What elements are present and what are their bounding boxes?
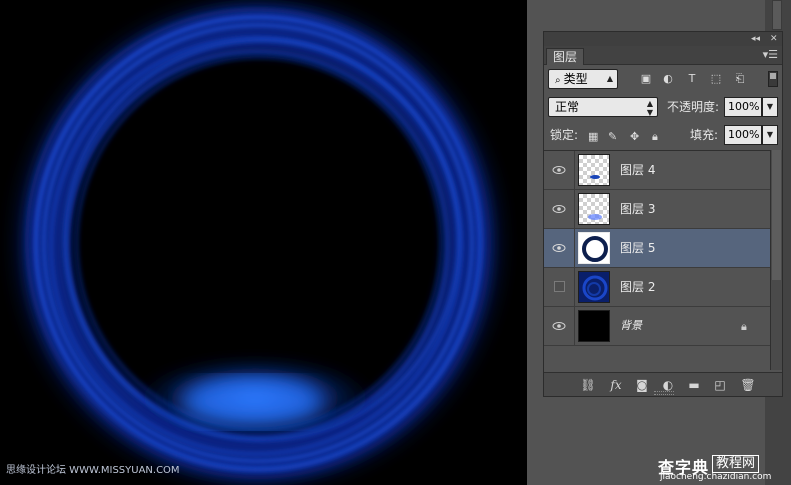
panel-menu-icon[interactable]: ▾☰: [763, 49, 778, 61]
lock-position-icon[interactable]: ✥: [630, 131, 639, 143]
layer-thumbnail: [578, 232, 610, 264]
layer-name[interactable]: 图层 3: [620, 201, 655, 217]
layer-name[interactable]: 图层 4: [620, 162, 655, 178]
photoshop-screen: 思缘设计论坛 WWW.MISSYUAN.COM ◂◂ ✕ 图层 ▾☰ ⌕ 类型 ▲…: [0, 0, 791, 485]
fill-input[interactable]: 100%: [724, 125, 762, 145]
visibility-toggle-off[interactable]: [554, 281, 565, 292]
divider: [574, 229, 575, 268]
tab-layers[interactable]: 图层: [546, 48, 585, 65]
chevron-updown-icon: ▲: [606, 74, 613, 83]
blend-mode-value: 正常: [555, 100, 580, 114]
folder-icon[interactable]: ▬: [686, 378, 702, 392]
layer-row-layer-3[interactable]: 图层 3: [544, 190, 770, 229]
filter-type-value: 类型: [563, 72, 588, 86]
lock-transparent-icon[interactable]: ▦: [588, 131, 598, 143]
layer-name[interactable]: 背景: [620, 318, 642, 334]
lock-label: 锁定:: [550, 128, 579, 142]
mask-icon[interactable]: ◙: [634, 378, 650, 392]
divider: [574, 268, 575, 307]
layer-row-layer-4[interactable]: 图层 4: [544, 151, 770, 190]
fill-slider-button[interactable]: ▼: [762, 125, 778, 145]
type-filter-icon[interactable]: T: [686, 73, 698, 85]
document-canvas[interactable]: 思缘设计论坛 WWW.MISSYUAN.COM: [0, 0, 527, 485]
search-icon: ⌕: [555, 75, 561, 86]
lock-row: 锁定: ▦ ✎ ✥ 🔒︎ 填充: 100% ▼: [544, 121, 782, 149]
blue-ring-artwork: [17, 1, 499, 485]
site-watermark-box: 教程网: [712, 455, 760, 473]
scrollbar-thumb[interactable]: [772, 150, 781, 280]
divider: [574, 307, 575, 346]
link-icon[interactable]: ⛓: [580, 378, 596, 392]
site-watermark-url: jiaocheng.chazidian.com: [660, 472, 772, 482]
toggle-knob: [770, 73, 776, 79]
layer-thumbnail: [578, 271, 610, 303]
blend-mode-dropdown[interactable]: 正常 ▲ ▼: [548, 97, 658, 117]
eye-icon[interactable]: [552, 320, 566, 332]
opacity-slider-button[interactable]: ▼: [762, 97, 778, 117]
layer-row-background[interactable]: 背景 🔒︎: [544, 307, 770, 346]
panel-header: ◂◂ ✕: [544, 32, 782, 46]
pixel-filter-icon[interactable]: ▣: [640, 73, 652, 85]
layers-list: 图层 4 图层 3 图层 5 图层 2 背景 🔒︎: [544, 150, 770, 370]
shape-filter-icon[interactable]: ⬚: [710, 73, 722, 85]
eye-icon[interactable]: [552, 203, 566, 215]
trash-icon[interactable]: 🗑︎: [740, 378, 756, 392]
close-icon[interactable]: ✕: [770, 33, 778, 45]
blend-row: 正常 ▲ ▼ 不透明度: 100% ▼: [544, 93, 782, 121]
layer-thumbnail: [578, 193, 610, 225]
lock-paint-icon[interactable]: ✎: [608, 131, 617, 143]
eye-icon[interactable]: [552, 242, 566, 254]
layer-thumbnail: [578, 310, 610, 342]
eye-icon[interactable]: [552, 164, 566, 176]
layers-panel: ◂◂ ✕ 图层 ▾☰ ⌕ 类型 ▲ ▣ ◐ T ⬚ ⎗ 正常 ▲ ▼ 不透明度:…: [543, 31, 783, 397]
layer-thumbnail: [578, 154, 610, 186]
new-layer-icon[interactable]: ◰: [712, 378, 728, 392]
collapse-icon[interactable]: ◂◂: [751, 33, 760, 45]
layer-name[interactable]: 图层 5: [620, 240, 655, 256]
adjustment-filter-icon[interactable]: ◐: [662, 73, 674, 85]
layer-row-layer-5[interactable]: 图层 5: [544, 229, 770, 268]
chevron-updown-icon: ▲ ▼: [646, 99, 653, 117]
adjustment-icon[interactable]: ◐: [660, 378, 676, 392]
resize-grip[interactable]: [654, 391, 674, 395]
canvas-watermark: 思缘设计论坛 WWW.MISSYUAN.COM: [6, 465, 180, 476]
divider: [574, 190, 575, 229]
fill-label: 填充:: [690, 128, 719, 142]
filter-toggle[interactable]: [768, 71, 778, 87]
divider: [574, 151, 575, 190]
filter-type-dropdown[interactable]: ⌕ 类型 ▲: [548, 69, 618, 89]
layer-name[interactable]: 图层 2: [620, 279, 655, 295]
lock-all-icon[interactable]: 🔒︎: [652, 131, 658, 143]
panel-tabs: 图层 ▾☰: [544, 46, 782, 65]
layer-row-layer-2[interactable]: 图层 2: [544, 268, 770, 307]
dock-handle[interactable]: [772, 0, 782, 30]
filter-row: ⌕ 类型 ▲ ▣ ◐ T ⬚ ⎗: [544, 65, 782, 93]
layers-scrollbar[interactable]: [770, 150, 782, 370]
opacity-label: 不透明度:: [667, 100, 720, 114]
opacity-input[interactable]: 100%: [724, 97, 762, 117]
smartobject-filter-icon[interactable]: ⎗: [734, 73, 746, 85]
lock-icon: 🔒︎: [741, 320, 747, 333]
fx-icon[interactable]: fx: [608, 378, 624, 392]
